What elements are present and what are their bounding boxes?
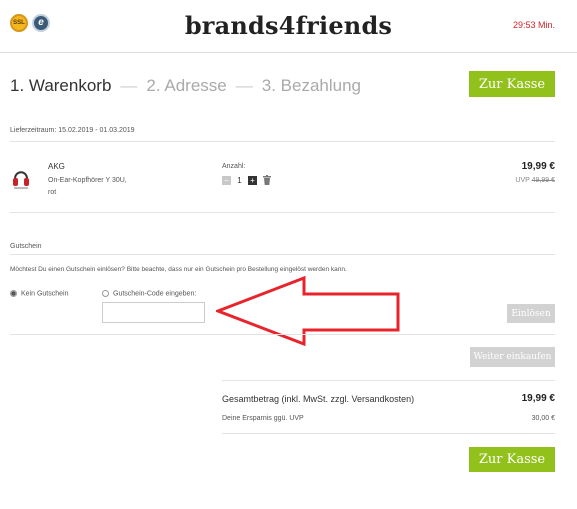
voucher-code-input[interactable]	[102, 302, 205, 323]
quantity-label: Anzahl:	[222, 163, 246, 170]
continue-shopping-button[interactable]: Weiter einkaufen	[470, 347, 555, 367]
divider	[10, 254, 555, 255]
voucher-info: Möchtest Du einen Gutschein einlösen? Bi…	[10, 266, 347, 273]
divider	[222, 433, 555, 434]
checkout-button-bottom[interactable]: Zur Kasse	[469, 447, 555, 472]
red-arrow-left-icon	[216, 276, 400, 346]
item-brand: AKG	[48, 162, 65, 171]
step-cart: 1. Warenkorb	[10, 76, 112, 95]
site-logo[interactable]: brands4friends	[0, 11, 577, 40]
savings-value: 30,00 €	[531, 415, 555, 422]
uvp-price: 49,99 €	[531, 177, 555, 184]
quantity-stepper: − 1 +	[222, 175, 272, 185]
item-name: On-Ear-Kopfhörer Y 30U,	[48, 177, 127, 184]
voucher-title: Gutschein	[10, 243, 42, 250]
divider	[10, 212, 555, 213]
item-uvp: UVP 49,99 €	[515, 177, 555, 184]
headphones-product-image[interactable]	[12, 166, 30, 190]
radio-voucher-code[interactable]: Gutschein-Code eingeben:	[102, 290, 196, 297]
uvp-label: UVP	[515, 177, 530, 184]
checkout-steps: 1. Warenkorb — 2. Adresse — 3. Bezahlung	[10, 76, 361, 96]
radio-no-voucher[interactable]: Kein Gutschein	[10, 290, 68, 297]
radio-voucher-code-label: Gutschein-Code eingeben:	[113, 290, 197, 298]
step-separator: —	[120, 76, 138, 95]
item-price: 19,99 €	[521, 161, 555, 172]
plus-icon[interactable]: +	[247, 175, 257, 185]
radio-unchecked-icon[interactable]	[102, 290, 109, 297]
divider	[222, 380, 555, 381]
minus-icon[interactable]: −	[222, 175, 231, 185]
radio-no-voucher-label: Kein Gutschein	[21, 290, 69, 298]
delivery-period: Lieferzeitraum: 15.02.2019 - 01.03.2019	[10, 127, 135, 134]
step-address: 2. Adresse	[146, 76, 227, 95]
trash-icon[interactable]	[263, 175, 272, 185]
total-label: Gesamtbetrag (inkl. MwSt. zzgl. Versandk…	[222, 394, 415, 404]
divider	[10, 334, 555, 335]
header-divider	[0, 52, 577, 53]
item-variant: rot	[48, 189, 57, 196]
total-value: 19,99 €	[521, 393, 555, 404]
savings-label: Deine Ersparnis ggü. UVP	[222, 415, 304, 422]
cart-timer: 29:53 Min.	[512, 20, 555, 30]
quantity-value: 1	[237, 175, 242, 185]
radio-checked-icon[interactable]	[10, 290, 17, 297]
divider	[10, 141, 555, 142]
redeem-voucher-button[interactable]: Einlösen	[507, 304, 555, 323]
checkout-button-top[interactable]: Zur Kasse	[469, 71, 555, 97]
step-payment: 3. Bezahlung	[261, 76, 361, 95]
step-separator: —	[235, 76, 253, 95]
